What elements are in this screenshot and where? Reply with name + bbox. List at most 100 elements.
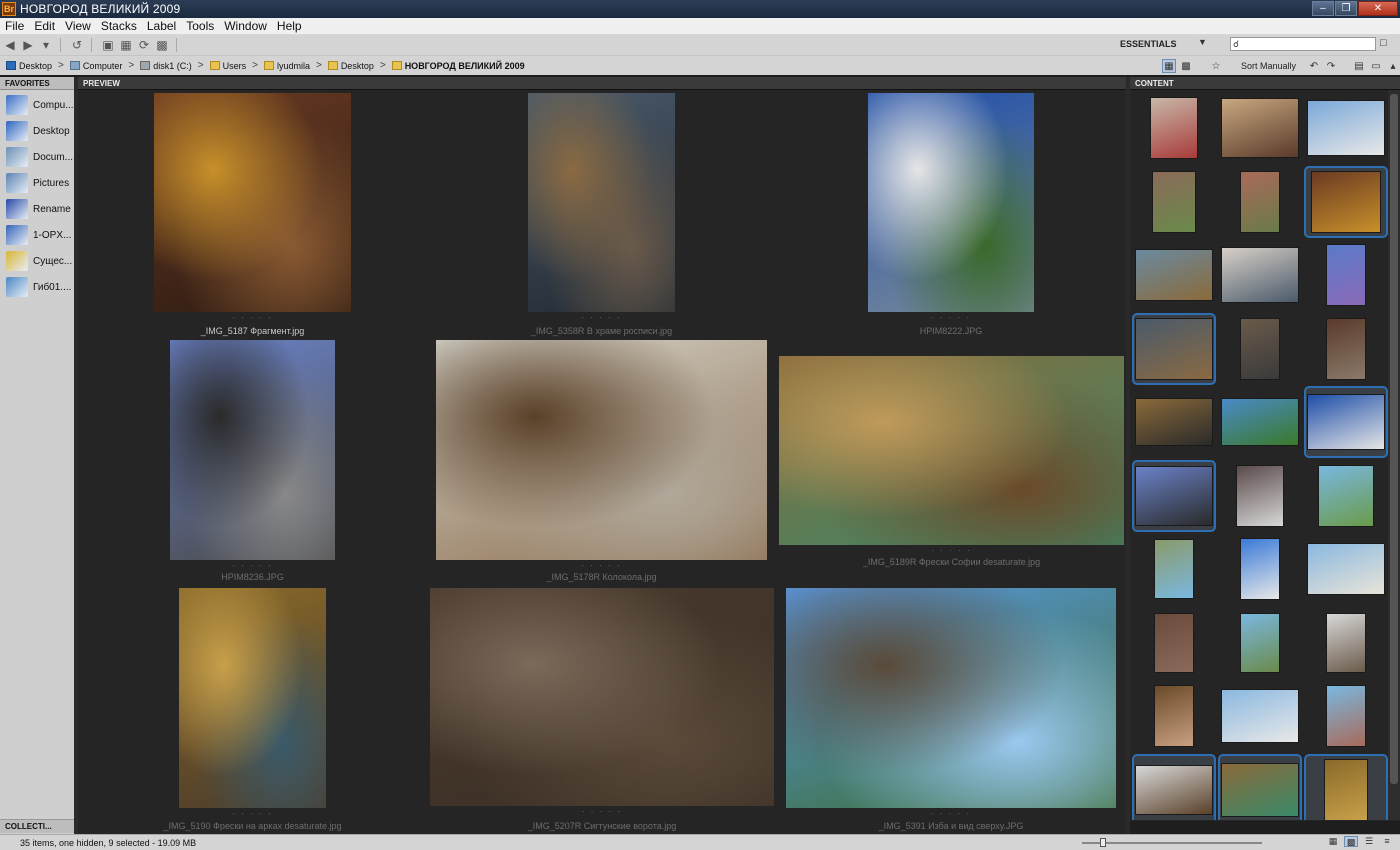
content-thumbnail[interactable] (1304, 460, 1388, 532)
list-view-icon[interactable]: ≡ (1380, 836, 1394, 847)
content-thumbnail[interactable] (1218, 753, 1302, 820)
content-tab[interactable]: CONTENT (1130, 77, 1400, 90)
restore-icon[interactable]: ❐ (1335, 1, 1357, 16)
open-recent-icon[interactable]: ▤ (1352, 59, 1366, 73)
view-dropdown-icon[interactable]: ▩ (1179, 59, 1193, 73)
sort-dropdown[interactable]: Sort Manually (1241, 61, 1296, 71)
content-thumbnail[interactable] (1132, 680, 1216, 752)
content-thumbnail[interactable] (1218, 239, 1302, 311)
breadcrumb-chevron-icon[interactable]: > (198, 60, 204, 71)
rotate-left-icon[interactable]: ↶ (1307, 59, 1321, 73)
preview-image[interactable] (779, 356, 1124, 545)
close-icon[interactable]: ✕ (1358, 1, 1398, 16)
preview-image[interactable] (179, 588, 326, 808)
minimize-icon[interactable]: – (1312, 1, 1334, 16)
favorite-item[interactable]: Гиб01.... (0, 274, 74, 300)
content-thumbnail[interactable] (1304, 165, 1388, 238)
menu-stacks[interactable]: Stacks (96, 19, 142, 33)
rating-stars[interactable]: · · · · · (868, 313, 1034, 322)
rating-stars[interactable]: · · · · · (436, 561, 767, 570)
breadcrumb-item[interactable]: Computer > (69, 60, 134, 71)
compact-mode-icon[interactable]: □ (1380, 37, 1387, 49)
favorite-item[interactable]: Desktop (0, 118, 74, 144)
rating-stars[interactable]: · · · · · (430, 807, 774, 816)
camera-icon[interactable]: ▣ (100, 37, 116, 53)
thumbnail-size-slider[interactable] (1082, 842, 1262, 844)
content-thumbnail[interactable] (1304, 607, 1388, 679)
rating-stars[interactable]: · · · · · (779, 546, 1124, 555)
content-thumbnail[interactable] (1304, 313, 1388, 385)
content-scrollbar[interactable] (1388, 90, 1400, 820)
content-thumbnail[interactable] (1132, 459, 1216, 532)
content-thumbnail[interactable] (1132, 607, 1216, 679)
breadcrumb-item[interactable]: disk1 (C:) > (140, 60, 204, 71)
content-thumbnail[interactable] (1218, 607, 1302, 679)
favorite-item[interactable]: Compu... (0, 92, 74, 118)
preview-image[interactable] (170, 340, 335, 560)
open-in-camera-raw-icon[interactable]: ▩ (154, 37, 170, 53)
workspace-dropdown-icon[interactable]: ▼ (1198, 37, 1207, 47)
thumbnail-quality-icon[interactable]: ▦ (1161, 59, 1176, 73)
breadcrumb-chevron-icon[interactable]: > (380, 60, 386, 71)
content-thumbnail[interactable] (1218, 313, 1302, 385)
preview-image[interactable] (430, 588, 774, 806)
search-input[interactable]: ☌ (1230, 37, 1376, 51)
breadcrumb-item[interactable]: lyudmila > (263, 60, 322, 71)
breadcrumb-chevron-icon[interactable]: > (58, 60, 64, 71)
breadcrumb-item[interactable]: Users > (209, 60, 258, 71)
slider-handle[interactable] (1100, 838, 1106, 847)
content-thumbnail[interactable] (1218, 166, 1302, 238)
delete-icon[interactable]: ▴ (1386, 59, 1400, 73)
thumbnails-view-icon[interactable]: ▩ (1344, 836, 1358, 847)
favorites-tab[interactable]: FAVORITES (0, 77, 74, 90)
new-folder-icon[interactable]: ▭ (1369, 59, 1383, 73)
preview-image[interactable] (868, 93, 1034, 312)
favorite-item[interactable]: Сущес... (0, 248, 74, 274)
breadcrumb-chevron-icon[interactable]: > (128, 60, 134, 71)
breadcrumb-item[interactable]: НОВГОРОД ВЕЛИКИЙ 2009 (391, 61, 525, 71)
content-thumbnail[interactable] (1132, 386, 1216, 458)
breadcrumb-item[interactable]: Desktop > (327, 60, 386, 71)
content-thumbnail[interactable] (1218, 533, 1302, 605)
history-dropdown-icon[interactable]: ▾ (38, 37, 54, 53)
refine-icon[interactable]: ▦ (118, 37, 134, 53)
content-thumbnail[interactable] (1304, 92, 1388, 164)
rating-stars[interactable]: · · · · · (154, 313, 351, 322)
content-thumbnail[interactable] (1132, 239, 1216, 311)
menu-window[interactable]: Window (219, 19, 272, 33)
preview-image[interactable] (154, 93, 351, 312)
preview-tab[interactable]: PREVIEW (78, 77, 1126, 90)
rating-stars[interactable]: · · · · · (786, 809, 1116, 818)
menu-file[interactable]: File (0, 19, 29, 33)
menu-tools[interactable]: Tools (181, 19, 219, 33)
content-thumbnail[interactable] (1304, 533, 1388, 605)
content-thumbnail[interactable] (1132, 92, 1216, 164)
filter-rating-icon[interactable]: ☆ (1209, 59, 1223, 73)
content-thumbnail[interactable] (1132, 312, 1216, 385)
breadcrumb-item[interactable]: Desktop > (6, 60, 64, 71)
reveal-recent-icon[interactable]: ↺ (69, 37, 85, 53)
scroll-thumb[interactable] (1390, 94, 1398, 784)
content-thumbnail[interactable] (1304, 386, 1388, 458)
content-thumbnail[interactable] (1304, 680, 1388, 752)
content-thumbnail[interactable] (1304, 239, 1388, 311)
breadcrumb-chevron-icon[interactable]: > (316, 60, 322, 71)
content-thumbnail[interactable] (1132, 166, 1216, 238)
content-thumbnail[interactable] (1218, 460, 1302, 532)
details-view-icon[interactable]: ☰ (1362, 836, 1376, 847)
menu-view[interactable]: View (60, 19, 96, 33)
content-thumbnail[interactable] (1218, 386, 1302, 458)
preview-image[interactable] (786, 588, 1116, 808)
menu-help[interactable]: Help (272, 19, 307, 33)
workspace-essentials[interactable]: ESSENTIALS (1120, 39, 1177, 49)
menu-label[interactable]: Label (142, 19, 181, 33)
favorite-item[interactable]: 1-OPX... (0, 222, 74, 248)
content-thumbnail[interactable] (1304, 753, 1388, 820)
rating-stars[interactable]: · · · · · (528, 313, 675, 322)
forward-icon[interactable]: ▶ (20, 37, 36, 53)
breadcrumb-chevron-icon[interactable]: > (252, 60, 258, 71)
collections-tab[interactable]: COLLECTI... (0, 820, 74, 833)
grid-lock-icon[interactable]: ▦ (1326, 836, 1340, 847)
content-thumbnail[interactable] (1132, 533, 1216, 605)
rotate-right-icon[interactable]: ↷ (1324, 59, 1338, 73)
